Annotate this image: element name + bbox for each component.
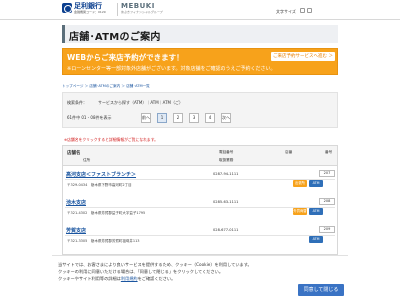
pagination: 前へ 1 2 3 4 次へ	[141, 113, 231, 123]
header-address: 住所	[83, 158, 91, 162]
branch-address: 〒321-3305 栃木県芳賀郡芳賀町祖母井113	[67, 239, 140, 243]
search-conditions: 検索条件： サービスから探す（ATM）｜ATM｜ATM（ご） 61件中 01 -…	[62, 92, 338, 128]
accept-cookie-button[interactable]: 同意して閉じる	[298, 284, 344, 296]
cookie-consent-banner: 当サイトでは、お客さまにより良いサービスを提供するため、クッキー（Cookie）…	[52, 255, 348, 300]
branch-name-link[interactable]: 芳賀支店	[66, 227, 86, 234]
branch-name-link[interactable]: 池木支店	[66, 199, 86, 206]
group-sub: めぶきフィナンシャルグループ	[121, 10, 163, 14]
reservation-banner[interactable]: WEBからご来店予約ができます！ ※ローンセンター等一部対象外店舗がございます。…	[62, 48, 338, 75]
table-row: 池木支店 0285-63-1111 208 〒321-4302 栃木県芳賀郡益子…	[63, 196, 337, 224]
result-count: 61件中 01 - 08件を表示	[67, 115, 112, 120]
table-header: 店舗名 住所 電話番号 取扱業務 店番 番号	[63, 146, 337, 166]
branch-code: 208	[319, 198, 335, 205]
group-logo[interactable]: MEBUKI めぶきフィナンシャルグループ	[121, 2, 163, 14]
breadcrumb[interactable]: トップページ ＞ 店舗･ATMのご案内 ＞ 店舗･ATM一覧	[62, 84, 150, 89]
site-header: 足利銀行 金融機関コード：0129 MEBUKI めぶきフィナンシャルグループ …	[0, 0, 400, 20]
terms-link[interactable]: 利用規約	[121, 276, 138, 281]
bank-code: 金融機関コード：0129	[74, 10, 106, 14]
bank-logo-icon	[62, 3, 72, 13]
atm-badge: ATM	[309, 180, 323, 187]
branch-code: 209	[319, 226, 335, 233]
pagination-next[interactable]: 次へ	[221, 113, 231, 123]
banner-headline: WEBからご来店予約ができます！	[67, 53, 184, 62]
bank-name: 足利銀行	[74, 2, 102, 10]
row-divider	[65, 235, 335, 236]
cookie-message: 当サイトでは、お客さまにより良いサービスを提供するため、クッキー（Cookie）…	[58, 261, 288, 282]
bank-logo[interactable]: 足利銀行 金融機関コード：0129	[62, 2, 106, 14]
page-title-bar: 店舗･ATMのご案内	[62, 25, 338, 43]
font-size-small-icon[interactable]	[300, 8, 305, 13]
page-title: 店舗･ATMのご案内	[69, 32, 161, 43]
pagination-page[interactable]: 4	[205, 113, 215, 123]
reservation-button[interactable]: ご来店予約サービスへ進む ＞	[271, 52, 335, 61]
cookie-line-1: 当サイトでは、お客さまにより良いサービスを提供するため、クッキー（Cookie）…	[58, 262, 252, 267]
table-row: 高河支店＜ファストブランチ＞ 0287-94-1111 207 〒329-043…	[63, 168, 337, 196]
header-services: 取扱業務	[219, 158, 234, 162]
service-badge: 外貨両替	[293, 208, 307, 215]
table-row: 芳賀支店 028-677-0111 209 〒321-3305 栃木県芳賀郡芳賀…	[63, 224, 337, 252]
header-number: 店番	[285, 150, 293, 154]
service-badge: 出張所	[293, 180, 307, 187]
branch-name-link[interactable]: 高河支店＜ファストブランチ＞	[66, 171, 136, 178]
cookie-line-3: クッキーやサイト利用等の詳細は利用規約をご確認ください。	[58, 276, 176, 281]
pagination-page[interactable]: 1	[157, 113, 167, 123]
branch-code: 207	[319, 170, 335, 177]
atm-badge: ATM	[309, 208, 323, 215]
header-count: 番号	[325, 150, 333, 154]
branch-address: 〒329-0434 栃木県下野市高河町2丁目	[67, 183, 132, 187]
pagination-page[interactable]: 3	[189, 113, 199, 123]
branch-table: 店舗名 住所 電話番号 取扱業務 店番 番号 高河支店＜ファストブランチ＞ 02…	[62, 145, 338, 255]
atm-badge: ATM	[309, 236, 323, 243]
font-size-controls	[300, 8, 312, 13]
pagination-page[interactable]: 2	[173, 113, 183, 123]
pagination-prev[interactable]: 前へ	[141, 113, 151, 123]
group-name: MEBUKI	[121, 2, 155, 10]
branch-tel: 0285-63-1111	[213, 200, 239, 204]
cookie-line-2: クッキーの利用に同意いただける場合は、「同意して閉じる」をクリックしてください。	[58, 269, 224, 274]
branch-address: 〒321-4302 栃木県芳賀郡益子町大字益子1795	[67, 211, 146, 215]
header-tel: 電話番号	[219, 150, 234, 154]
banner-note: ※ローンセンター等一部対象外店舗がございます。対象店舗をご確認のうえご予約くださ…	[67, 66, 276, 72]
branch-tel: 028-677-0111	[213, 228, 239, 232]
header-name: 店舗名	[67, 151, 81, 156]
header-divider	[117, 3, 118, 16]
condition-value: サービスから探す（ATM）｜ATM｜ATM（ご）	[98, 100, 183, 105]
condition-label: 検索条件：	[67, 100, 87, 105]
font-size-label: 文字サイズ	[276, 9, 296, 14]
click-note: ※店舗名をクリックすると詳細情報がご覧になれます。	[64, 137, 158, 142]
font-size-large-icon[interactable]	[307, 8, 312, 13]
branch-tel: 0287-94-1111	[213, 172, 239, 176]
